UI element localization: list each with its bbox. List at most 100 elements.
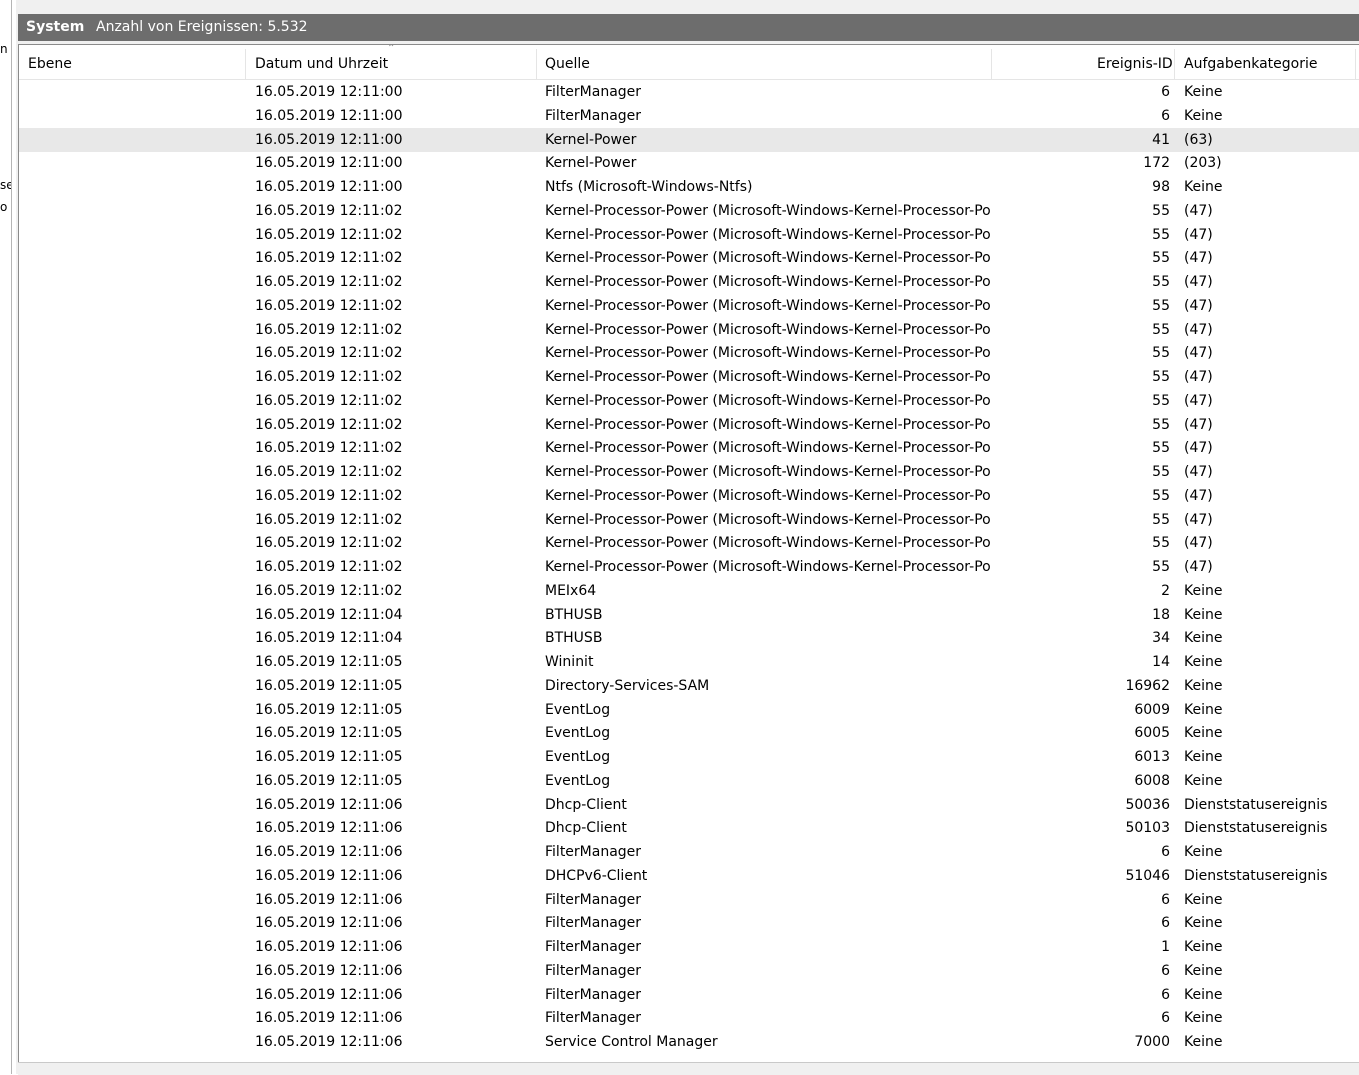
table-row[interactable]: Informationen16.05.2019 12:11:02MEIx642K… [19,579,1359,603]
table-row[interactable]: Informationen16.05.2019 12:11:06FilterMa… [19,935,1359,959]
table-row[interactable]: Informationen16.05.2019 12:11:02Kernel-P… [19,389,1359,413]
source-cell: Kernel-Processor-Power (Microsoft-Window… [545,297,990,314]
table-row[interactable]: Informationen16.05.2019 12:11:02Kernel-P… [19,555,1359,579]
table-row[interactable]: Informationen16.05.2019 12:11:02Kernel-P… [19,484,1359,508]
column-header-event-id[interactable]: Ereignis-ID [1097,45,1173,79]
column-divider[interactable] [536,49,537,79]
task-category-cell: (47) [1184,392,1213,409]
table-row[interactable]: Fehler16.05.2019 12:11:05EventLog6008Kei… [19,769,1359,793]
source-cell: Kernel-Processor-Power (Microsoft-Window… [545,226,990,243]
datetime-cell: 16.05.2019 12:11:02 [255,369,403,385]
event-id-cell: 6 [1161,107,1170,124]
table-row[interactable]: Kritisch16.05.2019 12:11:00Kernel-Power4… [19,127,1359,152]
table-row[interactable]: Informationen16.05.2019 12:11:06FilterMa… [19,983,1359,1007]
source-cell: Kernel-Power [545,131,637,148]
source-cell: FilterManager [545,844,642,860]
left-pane-fragment[interactable]: se [0,178,11,192]
event-id-cell: 55 [1152,369,1170,385]
table-row[interactable]: Informationen16.05.2019 12:11:04BTHUSB18… [19,603,1359,627]
datetime-cell: 16.05.2019 12:11:06 [255,1034,403,1050]
table-row[interactable]: Informationen16.05.2019 12:11:00Kernel-P… [19,151,1359,175]
event-id-cell: 55 [1152,226,1170,243]
task-category-cell: (203) [1184,155,1222,172]
table-header: Ebene Datum und Uhrzeit ⌃ Quelle Ereigni… [19,45,1359,80]
table-row[interactable]: Informationen16.05.2019 12:11:05EventLog… [19,698,1359,722]
table-row[interactable]: Informationen16.05.2019 12:11:06Dhcp-Cli… [19,793,1359,817]
column-divider[interactable] [1355,49,1356,79]
sort-ascending-icon: ⌃ [387,44,396,54]
table-row[interactable]: Informationen16.05.2019 12:11:06FilterMa… [19,840,1359,864]
table-row[interactable]: Informationen16.05.2019 12:11:06FilterMa… [19,888,1359,912]
column-divider[interactable] [991,49,992,79]
table-row[interactable]: Informationen16.05.2019 12:11:00Ntfs (Mi… [19,175,1359,199]
task-category-cell: Keine [1184,107,1223,124]
source-cell: Kernel-Processor-Power (Microsoft-Window… [545,440,990,457]
table-row[interactable]: Informationen16.05.2019 12:11:06FilterMa… [19,911,1359,935]
datetime-cell: 16.05.2019 12:11:06 [255,986,403,1003]
event-id-cell: 55 [1152,297,1170,314]
table-row[interactable]: Informationen16.05.2019 12:11:06DHCPv6-C… [19,864,1359,888]
table-row[interactable]: Fehler16.05.2019 12:11:06Service Control… [19,1030,1359,1054]
table-row[interactable]: Informationen16.05.2019 12:11:05Director… [19,674,1359,698]
table-row[interactable]: Informationen16.05.2019 12:11:00FilterMa… [19,104,1359,128]
datetime-cell: 16.05.2019 12:11:02 [255,345,403,362]
left-pane-fragment[interactable]: o [0,200,7,214]
table-row[interactable]: Informationen16.05.2019 12:11:02Kernel-P… [19,341,1359,365]
table-row[interactable]: Informationen16.05.2019 12:11:02Kernel-P… [19,413,1359,437]
column-header-datetime[interactable]: Datum und Uhrzeit [255,45,388,79]
table-row[interactable]: Informationen16.05.2019 12:11:06FilterMa… [19,1006,1359,1030]
column-header-task-category[interactable]: Aufgabenkategorie [1184,45,1317,79]
column-divider[interactable] [245,49,246,79]
source-cell: Ntfs (Microsoft-Windows-Ntfs) [545,179,753,195]
task-category-cell: Keine [1184,772,1223,789]
table-row[interactable]: Informationen16.05.2019 12:11:02Kernel-P… [19,508,1359,532]
source-cell: Kernel-Processor-Power (Microsoft-Window… [545,487,990,504]
event-id-cell: 55 [1152,464,1170,480]
table-row[interactable]: Informationen16.05.2019 12:11:02Kernel-P… [19,436,1359,460]
task-category-cell: Keine [1184,701,1223,718]
task-category-cell: Keine [1184,962,1223,979]
event-id-cell: 6008 [1134,772,1170,789]
column-header-level[interactable]: Ebene [28,45,72,79]
table-row[interactable]: Informationen16.05.2019 12:11:06FilterMa… [19,959,1359,983]
table-row[interactable]: Informationen16.05.2019 12:11:05EventLog… [19,721,1359,745]
table-row[interactable]: Informationen16.05.2019 12:11:05EventLog… [19,745,1359,769]
datetime-cell: 16.05.2019 12:11:02 [255,250,403,267]
source-cell: FilterManager [545,939,642,955]
event-id-cell: 18 [1152,606,1170,623]
task-category-cell: Keine [1184,179,1223,195]
table-row[interactable]: Informationen16.05.2019 12:11:02Kernel-P… [19,365,1359,389]
table-row[interactable]: Informationen16.05.2019 12:11:06Dhcp-Cli… [19,816,1359,840]
datetime-cell: 16.05.2019 12:11:02 [255,274,403,290]
table-row[interactable]: Informationen16.05.2019 12:11:02Kernel-P… [19,270,1359,294]
task-category-cell: (47) [1184,274,1213,290]
source-cell: Kernel-Processor-Power (Microsoft-Window… [545,345,990,362]
table-row[interactable]: Informationen16.05.2019 12:11:02Kernel-P… [19,199,1359,223]
column-divider[interactable] [1174,49,1175,79]
horizontal-scrollbar[interactable] [18,1062,1359,1075]
source-cell: Kernel-Processor-Power (Microsoft-Window… [545,559,990,575]
left-pane-fragment[interactable]: n [0,42,8,56]
event-id-cell: 1 [1161,939,1170,955]
datetime-cell: 16.05.2019 12:11:05 [255,701,403,718]
event-table[interactable]: Ebene Datum und Uhrzeit ⌃ Quelle Ereigni… [18,44,1359,1063]
table-row[interactable]: Informationen16.05.2019 12:11:02Kernel-P… [19,460,1359,484]
table-row[interactable]: Warnung16.05.2019 12:11:04BTHUSB34Keine [19,626,1359,650]
datetime-cell: 16.05.2019 12:11:02 [255,582,403,599]
table-row[interactable]: Informationen16.05.2019 12:11:05Wininit1… [19,650,1359,674]
log-name: System [26,19,85,35]
table-row[interactable]: Informationen16.05.2019 12:11:00FilterMa… [19,80,1359,104]
column-header-source[interactable]: Quelle [545,45,590,79]
task-category-cell: (47) [1184,297,1213,314]
datetime-cell: 16.05.2019 12:11:02 [255,202,403,219]
source-cell: FilterManager [545,1010,642,1027]
source-cell: Kernel-Processor-Power (Microsoft-Window… [545,535,990,552]
table-row[interactable]: Informationen16.05.2019 12:11:02Kernel-P… [19,294,1359,318]
event-id-cell: 6009 [1134,701,1170,718]
table-row[interactable]: Informationen16.05.2019 12:11:02Kernel-P… [19,223,1359,247]
table-row[interactable]: Informationen16.05.2019 12:11:02Kernel-P… [19,318,1359,342]
event-id-cell: 6 [1161,844,1170,860]
task-category-cell: Keine [1184,844,1223,860]
table-row[interactable]: Informationen16.05.2019 12:11:02Kernel-P… [19,246,1359,270]
table-row[interactable]: Informationen16.05.2019 12:11:02Kernel-P… [19,531,1359,555]
